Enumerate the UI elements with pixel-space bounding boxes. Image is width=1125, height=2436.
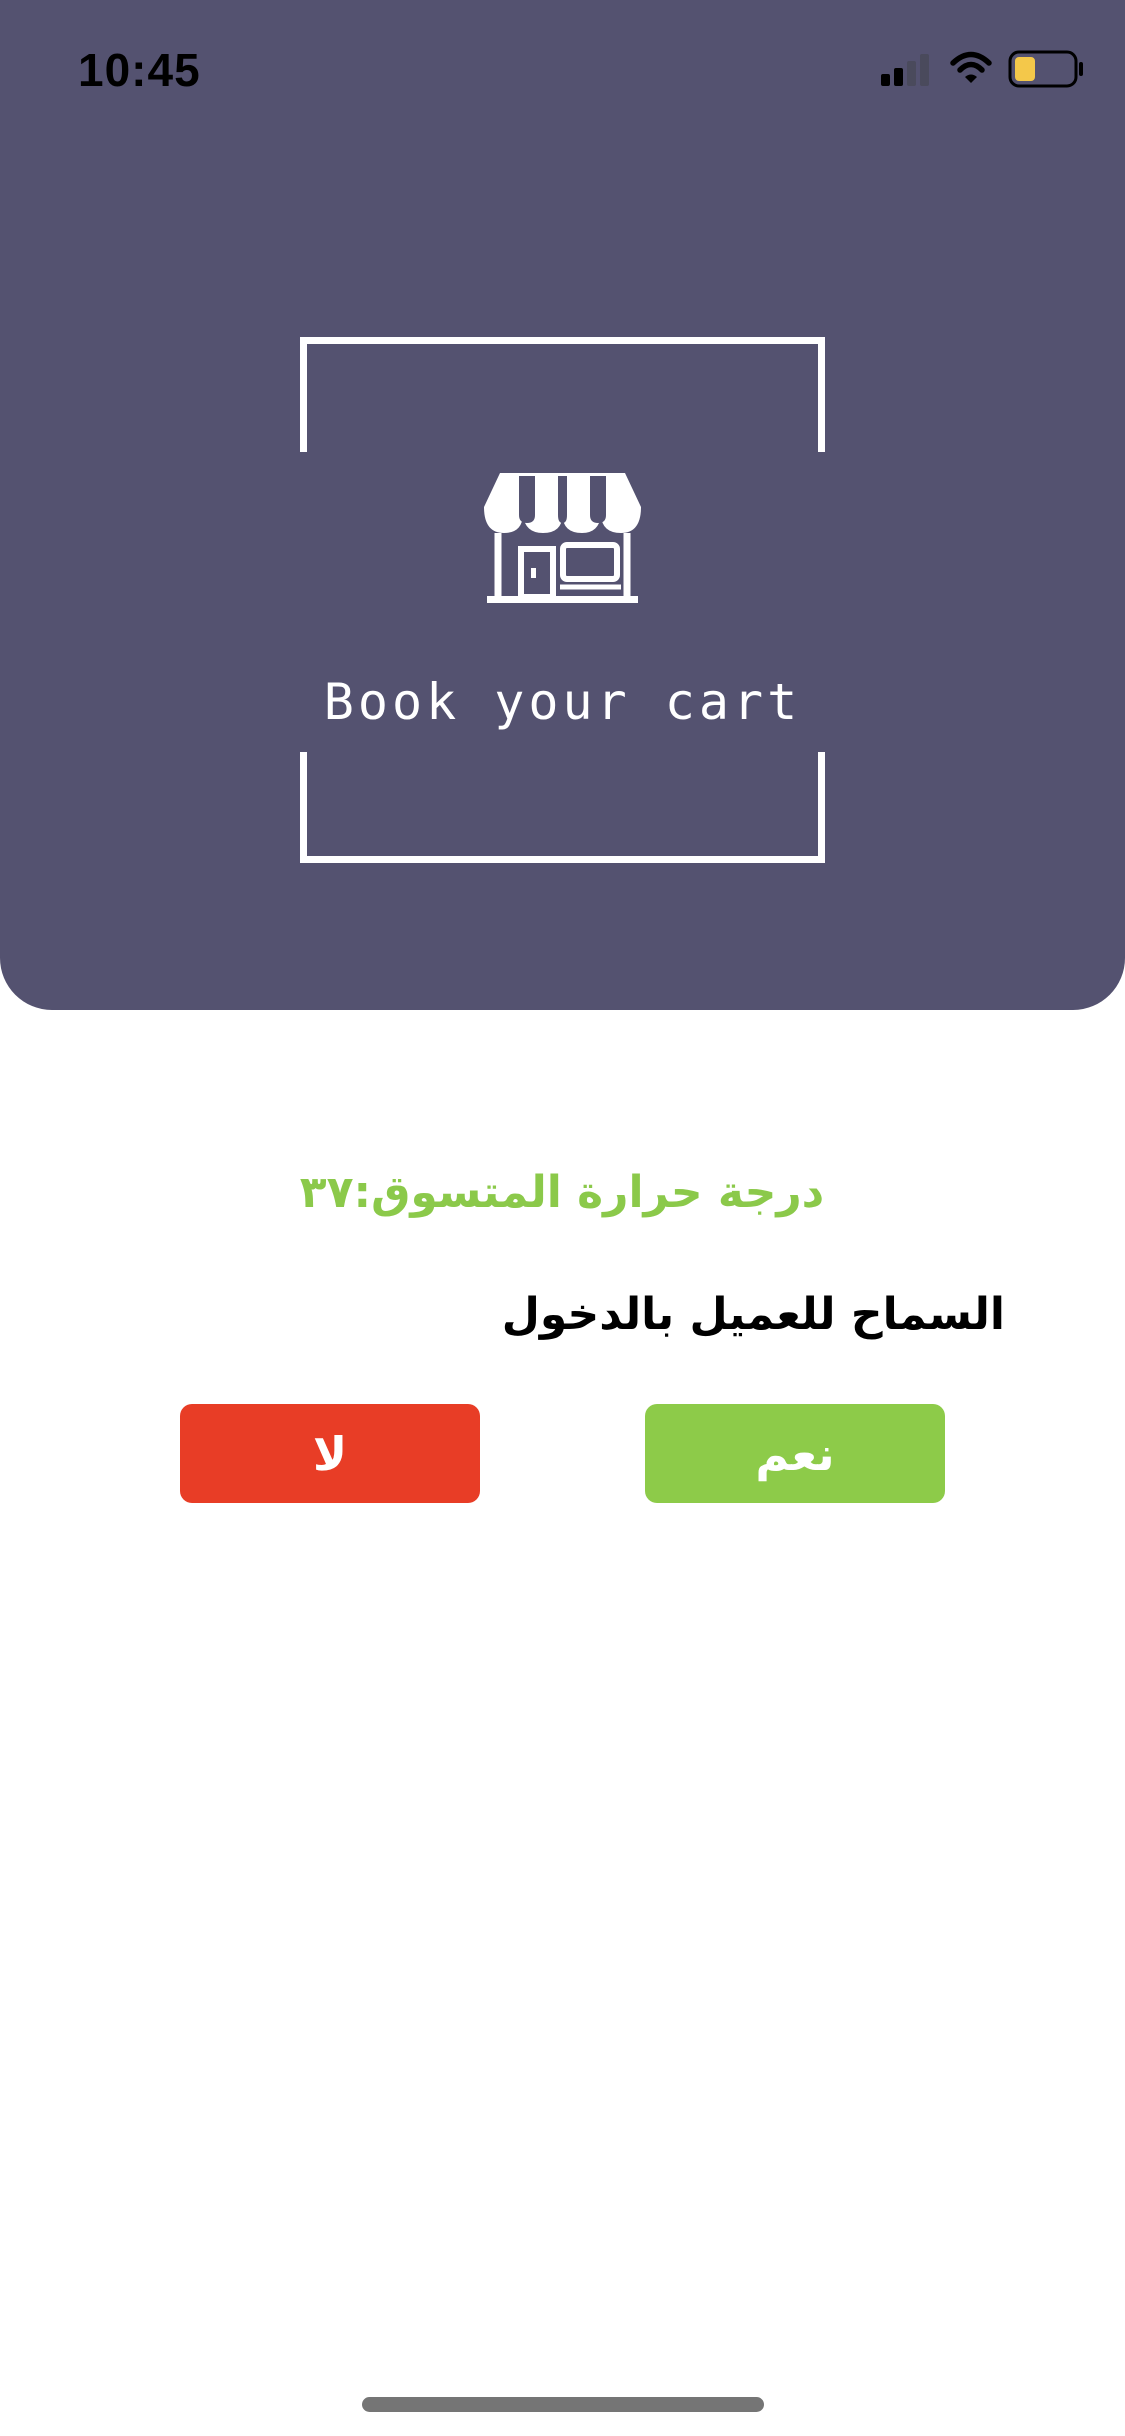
home-indicator[interactable] bbox=[362, 2397, 764, 2412]
no-button[interactable]: لا bbox=[180, 1404, 480, 1503]
brand-name: Book your cart bbox=[323, 673, 802, 731]
wifi-icon bbox=[950, 51, 992, 83]
yes-button[interactable]: نعم bbox=[645, 1404, 945, 1503]
header-panel: 10:45 Book your cart bbox=[0, 0, 1125, 1010]
entry-question: السماح للعميل بالدخول bbox=[501, 1289, 1005, 1340]
store-icon bbox=[484, 473, 641, 603]
battery-icon bbox=[1008, 50, 1083, 88]
logo-frame: Book your cart bbox=[300, 337, 825, 863]
status-time: 10:45 bbox=[78, 44, 201, 96]
shopper-temperature: درجة حرارة المتسوق:٣٧ bbox=[299, 1167, 825, 1218]
cellular-signal-icon bbox=[881, 54, 929, 86]
